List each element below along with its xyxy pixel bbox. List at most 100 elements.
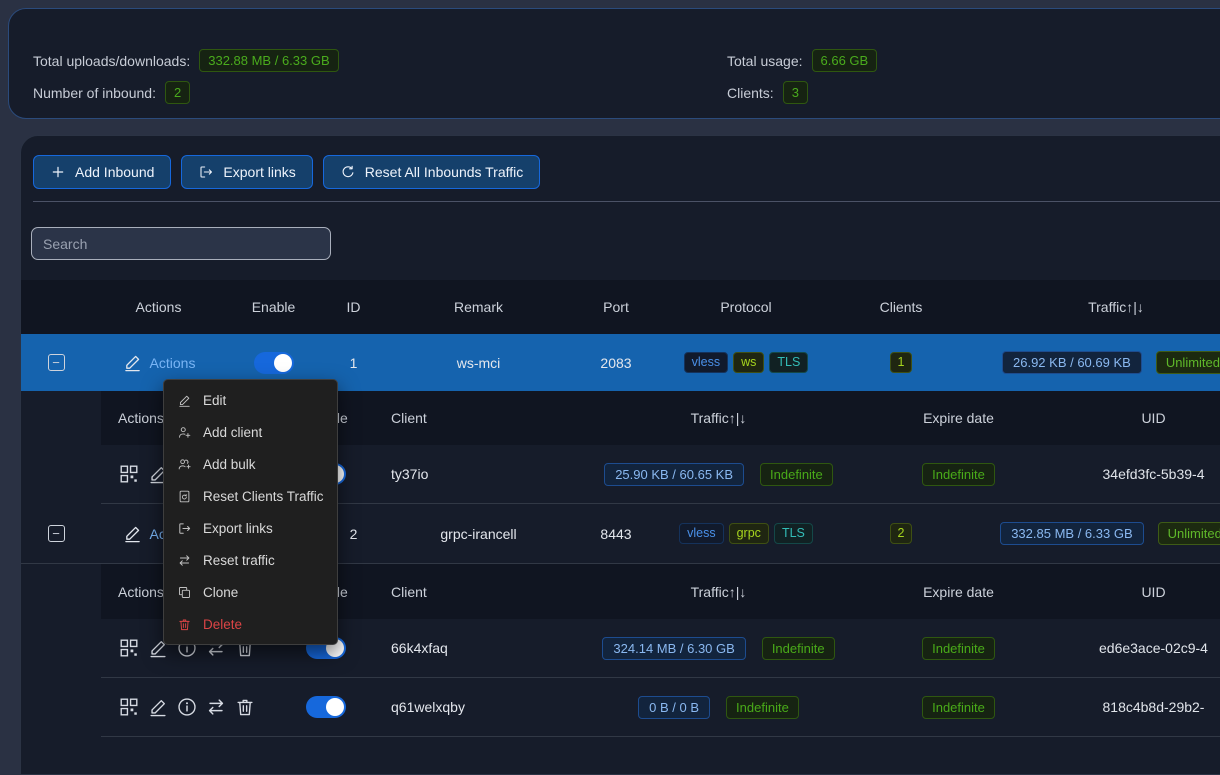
export-links-button[interactable]: Export links — [181, 155, 312, 189]
menu-item-edit[interactable]: Edit — [164, 384, 337, 416]
collapse-toggle[interactable]: − — [48, 525, 65, 542]
expire-badge: Indefinite — [922, 637, 995, 660]
group-add-icon — [177, 457, 192, 472]
expire-badge: Indefinite — [922, 463, 995, 486]
delete-icon[interactable] — [234, 696, 256, 718]
file-sync-icon — [177, 489, 192, 504]
menu-item-export-links[interactable]: Export links — [164, 512, 337, 544]
menu-item-label: Reset Clients Traffic — [203, 489, 324, 504]
protocol-badges: vless grpc TLS — [661, 523, 831, 544]
header-uid: UID — [1046, 410, 1220, 426]
total-badge: Unlimited — [1156, 351, 1220, 374]
traffic-cell: 0 B / 0 B Indefinite — [566, 696, 871, 719]
inbound-port: 2083 — [571, 355, 661, 371]
client-name: 66k4xfaq — [371, 640, 566, 656]
stat-label: Total uploads/downloads: — [33, 53, 190, 69]
stat-value-badge: 3 — [783, 81, 808, 104]
enable-toggle[interactable] — [306, 696, 346, 718]
header-expire-date: Expire date — [871, 584, 1046, 600]
protocol-badge: vless — [679, 523, 723, 544]
header-traffic-sort[interactable]: Traffic↑|↓ — [566, 410, 871, 426]
client-name: ty37io — [371, 466, 566, 482]
menu-item-add-bulk[interactable]: Add bulk — [164, 448, 337, 480]
toggle-knob — [326, 698, 344, 716]
menu-item-label: Reset traffic — [203, 553, 275, 568]
client-uid: 34efd3fc-5b39-4 — [1046, 466, 1220, 482]
reload-icon — [340, 164, 356, 180]
header-protocol: Protocol — [661, 299, 831, 315]
traffic-badge: 26.92 KB / 60.69 KB — [1002, 351, 1142, 374]
header-client: Client — [371, 410, 566, 426]
qr-code-icon[interactable] — [118, 463, 140, 485]
stat-value-badge: 332.88 MB / 6.33 GB — [199, 49, 338, 72]
collapse-toggle[interactable]: − — [48, 354, 65, 371]
user-add-icon — [177, 425, 192, 440]
traffic-cell: 332.85 MB / 6.33 GB Unlimited — [971, 522, 1220, 545]
enable-toggle[interactable] — [254, 352, 294, 374]
client-name: q61welxqby — [371, 699, 566, 715]
reset-all-label: Reset All Inbounds Traffic — [365, 164, 524, 180]
menu-item-label: Add bulk — [203, 457, 256, 472]
transport-badge: grpc — [729, 523, 769, 544]
client-row-q61welxqby: q61welxqby 0 B / 0 B Indefinite Indefini… — [101, 678, 1220, 737]
toolbar: Add Inbound Export links Reset All Inbou… — [33, 155, 540, 189]
stat-label: Number of inbound: — [33, 85, 156, 101]
total-badge: Indefinite — [760, 463, 833, 486]
protocol-badge: vless — [684, 352, 728, 373]
row-actions-dropdown[interactable]: Actions — [91, 352, 226, 373]
menu-item-reset-traffic[interactable]: Reset traffic — [164, 544, 337, 576]
stat-clients: Clients: 3 — [727, 81, 808, 104]
header-enable: Enable — [226, 299, 321, 315]
export-icon — [177, 521, 192, 536]
reset-traffic-icon[interactable] — [205, 696, 227, 718]
clients-count-badge: 1 — [890, 352, 913, 373]
inbound-remark: ws-mci — [386, 355, 571, 371]
toolbar-divider — [33, 201, 1220, 202]
header-traffic-sort[interactable]: Traffic↑|↓ — [566, 584, 871, 600]
protocol-badges: vless ws TLS — [661, 352, 831, 373]
info-icon[interactable] — [176, 696, 198, 718]
search-input[interactable] — [31, 227, 331, 260]
qr-code-icon[interactable] — [118, 696, 140, 718]
header-traffic-sort[interactable]: Traffic↑|↓ — [971, 299, 1220, 315]
edit-pencil-icon[interactable] — [147, 696, 169, 718]
actions-label: Actions — [150, 355, 196, 371]
clients-count-badge: 2 — [890, 523, 913, 544]
qr-code-icon[interactable] — [118, 637, 140, 659]
menu-item-label: Clone — [203, 585, 238, 600]
inbound-remark: grpc-irancell — [386, 526, 571, 542]
stat-total-uploads-downloads: Total uploads/downloads: 332.88 MB / 6.3… — [33, 49, 339, 72]
menu-item-delete[interactable]: Delete — [164, 608, 337, 640]
client-uid: 818c4b8d-29b2- — [1046, 699, 1220, 715]
add-inbound-label: Add Inbound — [75, 164, 154, 180]
traffic-cell: 26.92 KB / 60.69 KB Unlimited — [971, 351, 1220, 374]
menu-item-add-client[interactable]: Add client — [164, 416, 337, 448]
swap-icon — [177, 553, 192, 568]
stats-panel: Total uploads/downloads: 332.88 MB / 6.3… — [8, 8, 1220, 119]
inbound-port: 8443 — [571, 526, 661, 542]
menu-item-clone[interactable]: Clone — [164, 576, 337, 608]
edit-pencil-icon — [122, 352, 143, 373]
traffic-badge: 0 B / 0 B — [638, 696, 710, 719]
client-actions — [101, 696, 281, 718]
menu-item-reset-clients-traffic[interactable]: Reset Clients Traffic — [164, 480, 337, 512]
copy-icon — [177, 585, 192, 600]
menu-item-label: Delete — [203, 617, 242, 632]
header-remark: Remark — [386, 299, 571, 315]
traffic-badge: 324.14 MB / 6.30 GB — [602, 637, 745, 660]
inbound-id: 1 — [321, 355, 386, 371]
traffic-cell: 324.14 MB / 6.30 GB Indefinite — [566, 637, 871, 660]
reset-all-inbounds-traffic-button[interactable]: Reset All Inbounds Traffic — [323, 155, 541, 189]
delete-icon — [177, 617, 192, 632]
total-badge: Indefinite — [726, 696, 799, 719]
header-actions: Actions — [91, 299, 226, 315]
expire-badge: Indefinite — [922, 696, 995, 719]
stat-value-badge: 2 — [165, 81, 190, 104]
tls-badge: TLS — [774, 523, 813, 544]
edit-pencil-icon — [177, 393, 192, 408]
add-inbound-button[interactable]: Add Inbound — [33, 155, 171, 189]
header-clients: Clients — [831, 299, 971, 315]
actions-context-menu: Edit Add client Add bulk Reset Clients T… — [163, 379, 338, 645]
export-icon — [198, 164, 214, 180]
total-badge: Unlimited — [1158, 522, 1220, 545]
